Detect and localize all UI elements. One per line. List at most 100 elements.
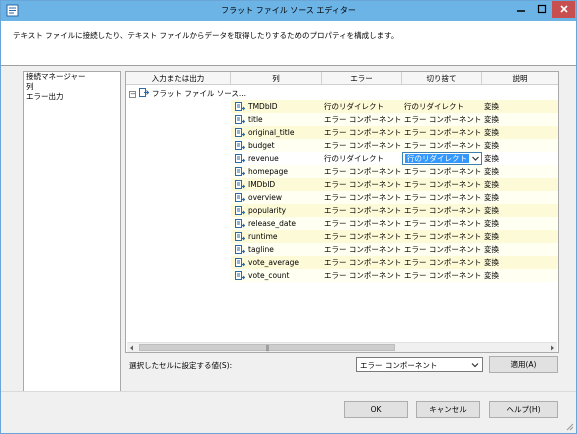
column-name-cell: TMDbID: [248, 102, 278, 111]
header-truncation[interactable]: 切り捨て: [402, 72, 482, 85]
column-icon: [235, 206, 245, 215]
cancel-button[interactable]: キャンセル: [416, 401, 480, 418]
scroll-left-icon[interactable]: [127, 343, 137, 352]
table-row[interactable]: popularity エラー コンポーネント エラー コンポーネント 変換: [231, 204, 558, 217]
error-disposition-cell[interactable]: エラー コンポーネント: [324, 191, 402, 204]
truncation-disposition-cell[interactable]: エラー コンポーネント: [404, 139, 482, 152]
description-cell: 変換: [484, 232, 499, 241]
error-disposition-cell[interactable]: エラー コンポーネント: [324, 178, 402, 191]
nav-item-error-output[interactable]: エラー出力: [24, 92, 120, 102]
column-icon: [235, 102, 245, 111]
error-disposition-cell[interactable]: エラー コンポーネント: [324, 256, 402, 269]
help-button[interactable]: ヘルプ(H): [489, 401, 558, 418]
maximize-button[interactable]: [532, 1, 552, 18]
column-name-cell: original_title: [248, 128, 295, 137]
truncation-disposition-cell[interactable]: エラー コンポーネント: [404, 178, 482, 191]
horizontal-scrollbar[interactable]: |||: [127, 342, 557, 352]
page-navigation: 接続マネージャー 列 エラー出力: [23, 71, 121, 425]
table-row[interactable]: vote_average エラー コンポーネント エラー コンポーネント 変換: [231, 256, 558, 269]
dialog-description: テキスト ファイルに接続したり、テキスト ファイルからデータを取得したりするため…: [13, 31, 399, 40]
editor-window: フラット ファイル ソース エディター テキスト ファイルに接続したり、テキスト…: [0, 0, 577, 434]
table-row[interactable]: original_title エラー コンポーネント エラー コンポーネント 変換: [231, 126, 558, 139]
column-icon: [235, 180, 245, 189]
error-disposition-cell[interactable]: エラー コンポーネント: [324, 230, 402, 243]
chevron-down-icon[interactable]: [471, 154, 480, 163]
error-disposition-cell[interactable]: エラー コンポーネント: [324, 113, 402, 126]
table-row[interactable]: IMDbID エラー コンポーネント エラー コンポーネント 変換: [231, 178, 558, 191]
truncation-disposition-cell[interactable]: エラー コンポーネント: [404, 191, 482, 204]
table-row[interactable]: budget エラー コンポーネント エラー コンポーネント 変換: [231, 139, 558, 152]
scrollbar-thumb[interactable]: |||: [139, 344, 395, 352]
column-name-cell: popularity: [248, 206, 287, 215]
column-icon: [235, 219, 245, 228]
table-row[interactable]: runtime エラー コンポーネント エラー コンポーネント 変換: [231, 230, 558, 243]
truncation-dropdown[interactable]: 行のリダイレクト: [402, 152, 482, 165]
table-row[interactable]: vote_count エラー コンポーネント エラー コンポーネント 変換: [231, 269, 558, 282]
error-disposition-cell[interactable]: エラー コンポーネント: [324, 165, 402, 178]
nav-item-columns[interactable]: 列: [24, 82, 120, 92]
description-cell: 変換: [484, 180, 499, 189]
table-row[interactable]: title エラー コンポーネント エラー コンポーネント 変換: [231, 113, 558, 126]
error-disposition-cell[interactable]: エラー コンポーネント: [324, 126, 402, 139]
table-row[interactable]: overview エラー コンポーネント エラー コンポーネント 変換: [231, 191, 558, 204]
tree-root-output[interactable]: − フラット ファイル ソース...: [129, 88, 246, 99]
column-name-cell: overview: [248, 193, 282, 202]
error-disposition-cell[interactable]: 行のリダイレクト: [324, 100, 402, 113]
description-cell: 変換: [484, 154, 499, 163]
header-column[interactable]: 列: [231, 72, 322, 85]
truncation-disposition-cell[interactable]: エラー コンポーネント: [404, 243, 482, 256]
close-button[interactable]: [552, 1, 575, 18]
maximize-icon: [537, 4, 547, 14]
column-icon: [235, 141, 245, 150]
error-disposition-cell[interactable]: エラー コンポーネント: [324, 243, 402, 256]
truncation-disposition-cell[interactable]: エラー コンポーネント: [404, 269, 482, 282]
column-name-cell: homepage: [248, 167, 288, 176]
truncation-disposition-cell[interactable]: エラー コンポーネント: [404, 126, 482, 139]
grid-header: 入力または出力 列 エラー 切り捨て 説明: [126, 72, 558, 85]
error-disposition-cell[interactable]: 行のリダイレクト: [324, 152, 402, 165]
column-name-cell: release_date: [248, 219, 297, 228]
error-output-grid[interactable]: 入力または出力 列 エラー 切り捨て 説明 − フラット ファイル ソース... …: [125, 71, 559, 353]
table-row[interactable]: TMDbID 行のリダイレクト 行のリダイレクト 変換: [231, 100, 558, 113]
description-cell: 変換: [484, 219, 499, 228]
table-row[interactable]: tagline エラー コンポーネント エラー コンポーネント 変換: [231, 243, 558, 256]
column-icon: [235, 232, 245, 241]
column-name-cell: vote_average: [248, 258, 300, 267]
scroll-right-icon[interactable]: [547, 343, 557, 352]
header-description[interactable]: 説明: [482, 72, 558, 85]
description-cell: 変換: [484, 115, 499, 124]
truncation-disposition-cell[interactable]: エラー コンポーネント: [404, 230, 482, 243]
dialog-client: テキスト ファイルに接続したり、テキスト ファイルからデータを取得したりするため…: [1, 21, 576, 433]
description-cell: 変換: [484, 258, 499, 267]
header-input-output[interactable]: 入力または出力: [126, 72, 231, 85]
error-disposition-cell[interactable]: エラー コンポーネント: [324, 204, 402, 217]
truncation-disposition-cell[interactable]: エラー コンポーネント: [404, 217, 482, 230]
truncation-dropdown-value: 行のリダイレクト: [405, 154, 469, 163]
title-bar[interactable]: フラット ファイル ソース エディター: [1, 1, 576, 21]
truncation-disposition-cell[interactable]: エラー コンポーネント: [404, 165, 482, 178]
error-disposition-cell[interactable]: エラー コンポーネント: [324, 139, 402, 152]
apply-button[interactable]: 適用(A): [489, 356, 558, 373]
error-disposition-cell[interactable]: エラー コンポーネント: [324, 217, 402, 230]
set-value-combo[interactable]: エラー コンポーネント: [356, 357, 483, 372]
column-name-cell: vote_count: [248, 271, 290, 280]
truncation-disposition-cell[interactable]: エラー コンポーネント: [404, 256, 482, 269]
resize-grip-icon[interactable]: [566, 423, 574, 431]
table-row[interactable]: homepage エラー コンポーネント エラー コンポーネント 変換: [231, 165, 558, 178]
header-error[interactable]: エラー: [322, 72, 402, 85]
table-row[interactable]: release_date エラー コンポーネント エラー コンポーネント 変換: [231, 217, 558, 230]
error-disposition-cell[interactable]: エラー コンポーネント: [324, 269, 402, 282]
ok-button[interactable]: OK: [344, 401, 408, 418]
column-icon: [235, 154, 245, 163]
set-value-selected: エラー コンポーネント: [360, 361, 438, 370]
truncation-disposition-cell[interactable]: エラー コンポーネント: [404, 204, 482, 217]
description-cell: 変換: [484, 167, 499, 176]
collapse-icon[interactable]: −: [129, 90, 136, 98]
column-icon: [235, 193, 245, 202]
table-row[interactable]: revenue 行のリダイレクト 行のリダイレクト 変換: [231, 152, 558, 165]
truncation-disposition-cell[interactable]: エラー コンポーネント: [404, 113, 482, 126]
minimize-button[interactable]: [509, 1, 532, 18]
description-cell: 変換: [484, 128, 499, 137]
nav-item-connection-manager[interactable]: 接続マネージャー: [24, 72, 120, 82]
truncation-disposition-cell[interactable]: 行のリダイレクト: [404, 100, 482, 113]
